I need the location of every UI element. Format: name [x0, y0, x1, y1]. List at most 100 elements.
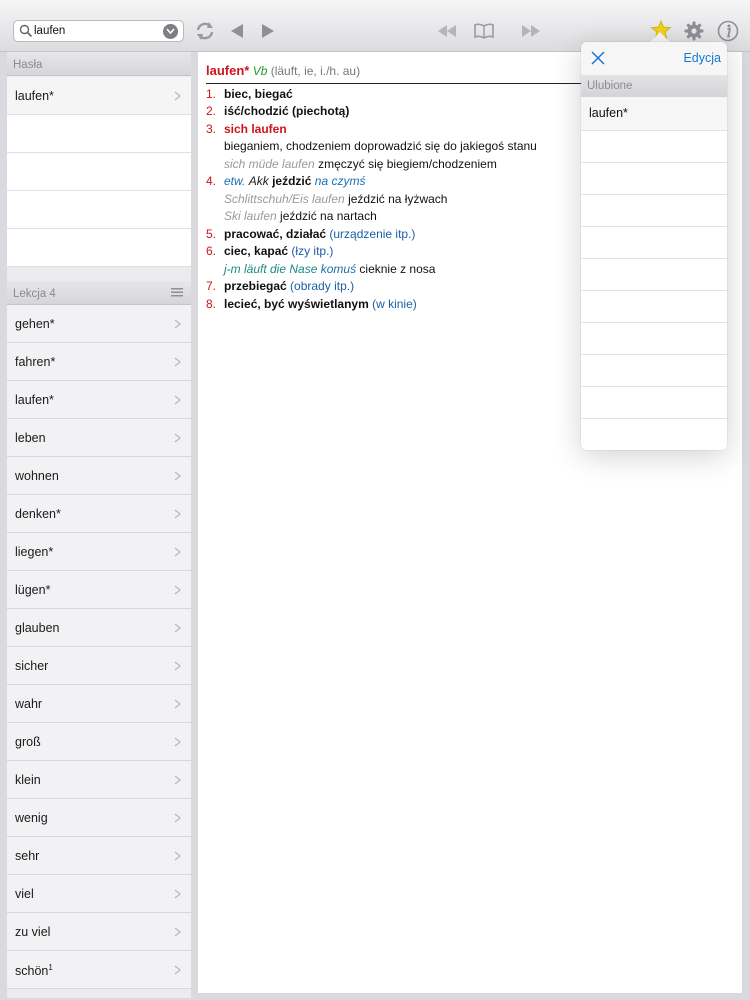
lesson-item[interactable]: zu viel — [7, 913, 191, 951]
lesson-item-label: gehen* — [15, 317, 55, 331]
example-phrase[interactable]: j-m läuft die Nase — [224, 262, 317, 276]
favorite-item-empty — [581, 419, 727, 450]
sense-translation: przebiegać — [224, 279, 287, 293]
lesson-item-label: groß — [15, 735, 41, 749]
menu-icon[interactable] — [171, 288, 183, 297]
lesson-item-text: wohnen — [15, 469, 59, 483]
lesson-item-label: wohnen — [15, 469, 59, 483]
example-translation: jeździć na nartach — [280, 209, 377, 223]
entries-section-title: Hasła — [13, 59, 43, 71]
clear-search-button[interactable] — [163, 24, 178, 39]
favorites-section-header: Ulubione — [581, 75, 727, 97]
lesson-item-text: groß — [15, 735, 41, 749]
chevron-right-icon — [174, 965, 181, 975]
lesson-list: gehen* fahren* laufen* leben wohnen denken* li… — [7, 305, 191, 989]
lesson-item[interactable]: gehen* — [7, 305, 191, 343]
chevron-right-icon — [174, 775, 181, 785]
sense-number: 7. — [206, 279, 217, 293]
lesson-item-text: liegen* — [15, 545, 54, 559]
sense-number: 6. — [206, 244, 217, 258]
lesson-item[interactable]: schön1 — [7, 951, 191, 989]
entry-row-empty — [7, 115, 191, 153]
lesson-item-text: glauben — [15, 621, 60, 635]
chevron-right-icon — [174, 91, 181, 101]
example-translation: zmęczyć się biegiem/chodzeniem — [318, 156, 497, 171]
chevron-right-icon — [174, 509, 181, 519]
entry-row-empty — [7, 191, 191, 229]
lesson-item[interactable]: wahr — [7, 685, 191, 723]
lesson-item[interactable]: sicher — [7, 647, 191, 685]
book-icon[interactable] — [474, 23, 494, 39]
entry-row[interactable]: laufen* — [7, 77, 191, 115]
sense-translation: biec, biegać — [224, 86, 293, 101]
lesson-item[interactable]: klein — [7, 761, 191, 799]
lesson-item[interactable]: laufen* — [7, 381, 191, 419]
favorite-item[interactable]: laufen* — [581, 97, 727, 131]
sense-description: bieganiem, chodzeniem doprowadzić się do… — [224, 139, 537, 153]
favorites-list: laufen* — [581, 97, 727, 450]
sense-translation: iść/chodzić (piechotą) — [224, 104, 350, 118]
chevron-right-icon — [174, 851, 181, 861]
example-object: komuś — [320, 261, 357, 276]
lesson-item[interactable]: leben — [7, 419, 191, 457]
info-icon[interactable] — [717, 20, 739, 42]
chevron-right-icon — [174, 585, 181, 595]
lesson-item[interactable]: glauben — [7, 609, 191, 647]
edit-button[interactable]: Edycja — [683, 51, 721, 65]
lesson-item-text: klein — [15, 773, 41, 787]
chevron-right-icon — [174, 547, 181, 557]
settings-gear-icon[interactable] — [684, 21, 704, 41]
lesson-item[interactable]: wenig — [7, 799, 191, 837]
close-icon[interactable] — [591, 51, 605, 65]
chevron-down-icon — [166, 28, 175, 35]
forward-icon[interactable] — [261, 23, 275, 39]
sense-translation: jeździć — [272, 174, 312, 188]
lesson-item[interactable]: lügen* — [7, 571, 191, 609]
search-input[interactable] — [34, 23, 174, 39]
lesson-item-text: zu viel — [15, 925, 51, 939]
chevron-right-icon — [174, 813, 181, 823]
sense-number: 4. — [206, 174, 217, 188]
chevron-right-icon — [174, 357, 181, 367]
sense-note: (w kinie) — [372, 296, 417, 311]
sense-note: (urządzenie itp.) — [329, 226, 416, 241]
lesson-item-label: wahr — [15, 697, 42, 711]
fast-forward-icon[interactable] — [521, 24, 541, 38]
example-phrase[interactable]: sich müde laufen — [224, 157, 315, 171]
lesson-item-text: wenig — [15, 811, 48, 825]
lesson-item-label: wenig — [15, 811, 48, 825]
lesson-item-label: lügen* — [15, 583, 50, 597]
back-icon[interactable] — [230, 23, 244, 39]
chevron-right-icon — [174, 433, 181, 443]
lesson-item[interactable]: groß — [7, 723, 191, 761]
lesson-section-header: Lekcja 4 — [7, 281, 191, 305]
sense-number: 8. — [206, 296, 217, 311]
lesson-item[interactable]: denken* — [7, 495, 191, 533]
lesson-section-title: Lekcja 4 — [13, 288, 56, 300]
lesson-item[interactable]: liegen* — [7, 533, 191, 571]
lesson-item[interactable]: sehr — [7, 837, 191, 875]
favorite-item-empty — [581, 259, 727, 291]
rewind-icon[interactable] — [437, 24, 457, 38]
favorite-item-empty — [581, 131, 727, 163]
lesson-item[interactable]: wohnen — [7, 457, 191, 495]
lesson-item-label: klein — [15, 773, 41, 787]
lesson-item-text: wahr — [15, 697, 43, 711]
headword: laufen* — [206, 63, 250, 78]
example-phrase[interactable]: Ski laufen — [224, 209, 277, 223]
sync-icon[interactable] — [195, 21, 215, 41]
favorites-popover: Edycja Ulubione laufen* — [581, 42, 727, 450]
lesson-item-text: viel — [15, 887, 34, 901]
lesson-item[interactable]: viel — [7, 875, 191, 913]
lesson-item-label: glauben — [15, 621, 60, 635]
sense-object: etw. — [224, 174, 246, 188]
chevron-right-icon — [174, 889, 181, 899]
search-field[interactable] — [13, 20, 184, 42]
chevron-right-icon — [174, 623, 181, 633]
sense-number: 3. — [206, 121, 217, 136]
popover-header: Edycja — [581, 42, 727, 75]
lesson-item[interactable]: fahren* — [7, 343, 191, 381]
example-phrase[interactable]: Schlittschuh/Eis laufen — [224, 192, 345, 206]
lesson-item-label: schön1 — [15, 963, 53, 978]
entry-row-empty — [7, 229, 191, 267]
